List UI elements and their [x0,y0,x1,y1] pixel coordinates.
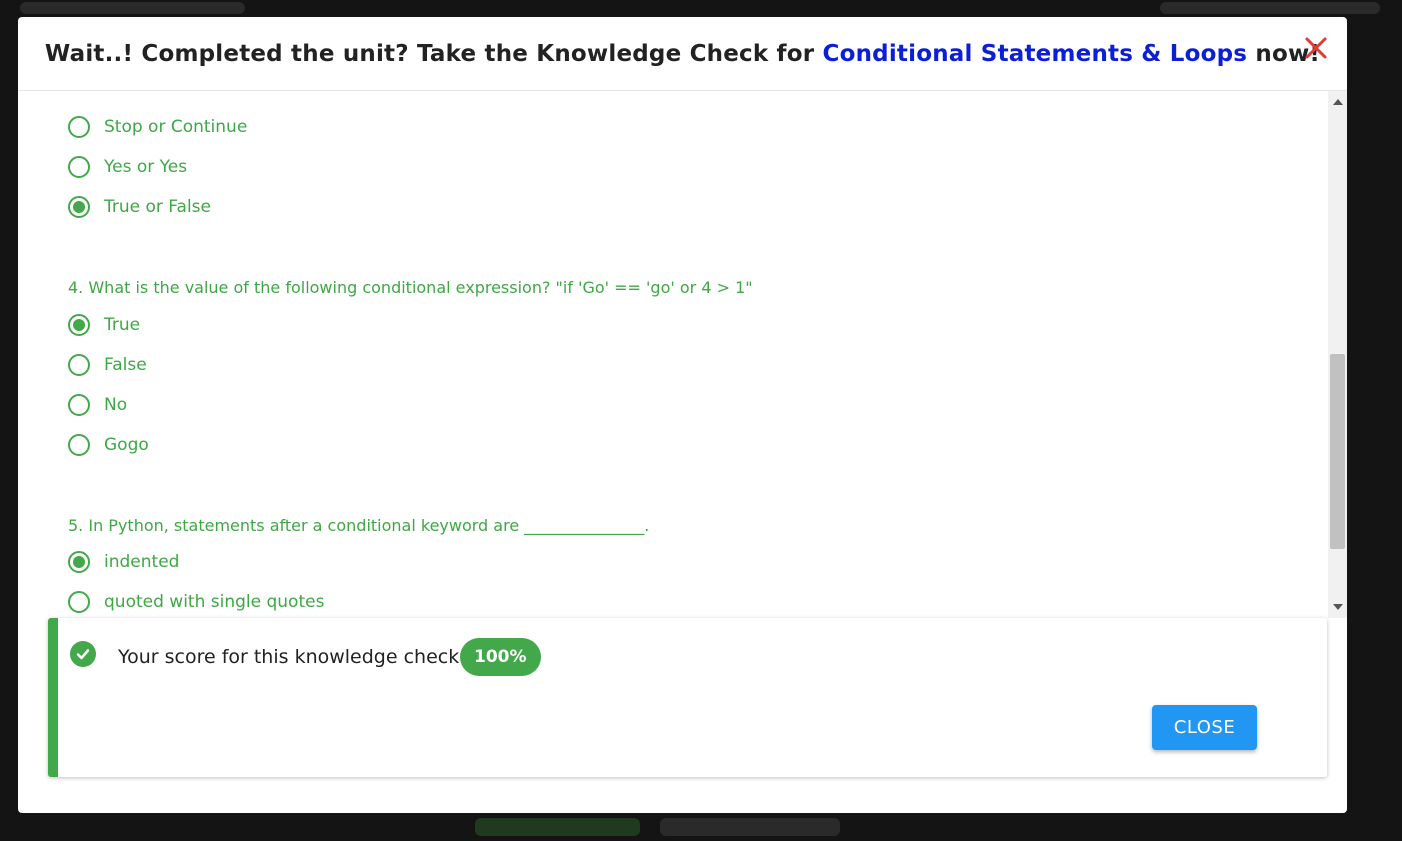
question-5: 5. In Python, statements after a conditi… [68,516,650,535]
radio-button[interactable] [68,354,90,376]
content-scrollbar[interactable] [1328,91,1347,618]
modal-header: Wait..! Completed the unit? Take the Kno… [18,17,1347,91]
radio-button-selected[interactable] [68,196,90,218]
unit-link[interactable]: Conditional Statements & Loops [823,41,1248,67]
option-label: Stop or Continue [104,117,248,137]
background-bar [1160,2,1380,14]
q5-option-1[interactable]: indented [68,547,179,577]
q3-option-3[interactable]: True or False [68,192,211,222]
score-panel: Your score for this knowledge check: 100… [48,618,1327,777]
radio-button[interactable] [68,591,90,613]
option-label: quoted with single quotes [104,592,325,612]
option-label: Yes or Yes [104,157,188,177]
close-x-icon[interactable] [1301,33,1331,63]
check-circle-icon [70,641,96,667]
radio-button-selected[interactable] [68,551,90,573]
q4-option-4[interactable]: Gogo [68,430,149,460]
q3-option-2[interactable]: Yes or Yes [68,152,187,182]
radio-dot [73,201,85,213]
option-label: No [104,395,128,415]
radio-button[interactable] [68,116,90,138]
background-bar [475,818,640,836]
background-bar [660,818,840,836]
radio-button-selected[interactable] [68,314,90,336]
radio-button[interactable] [68,434,90,456]
radio-dot [73,319,85,331]
option-label: Gogo [104,435,149,455]
option-label: True [104,315,141,335]
score-badge: 100% [460,638,541,676]
q3-option-1[interactable]: Stop or Continue [68,112,247,142]
scroll-up-icon[interactable] [1333,99,1343,105]
scroll-thumb[interactable] [1330,354,1345,549]
background-bar [20,2,245,14]
option-label: indented [104,552,180,572]
radio-button[interactable] [68,394,90,416]
q4-option-1[interactable]: True [68,310,140,340]
scroll-down-icon[interactable] [1333,604,1343,610]
score-label: Your score for this knowledge check: [118,646,466,668]
quiz-content: Stop or Continue Yes or Yes True or Fals… [18,91,1329,618]
close-button[interactable]: CLOSE [1152,705,1257,750]
option-label: False [104,355,147,375]
title-prefix: Wait..! Completed the unit? Take the Kno… [44,40,823,67]
q4-option-2[interactable]: False [68,350,147,380]
option-label: True or False [104,197,211,217]
radio-button[interactable] [68,156,90,178]
q5-option-2[interactable]: quoted with single quotes [68,587,324,617]
question-4: 4. What is the value of the following co… [68,278,753,297]
modal-title: Wait..! Completed the unit? Take the Kno… [45,41,1320,67]
knowledge-check-modal: Wait..! Completed the unit? Take the Kno… [18,17,1347,813]
radio-dot [73,556,85,568]
q4-option-3[interactable]: No [68,390,127,420]
